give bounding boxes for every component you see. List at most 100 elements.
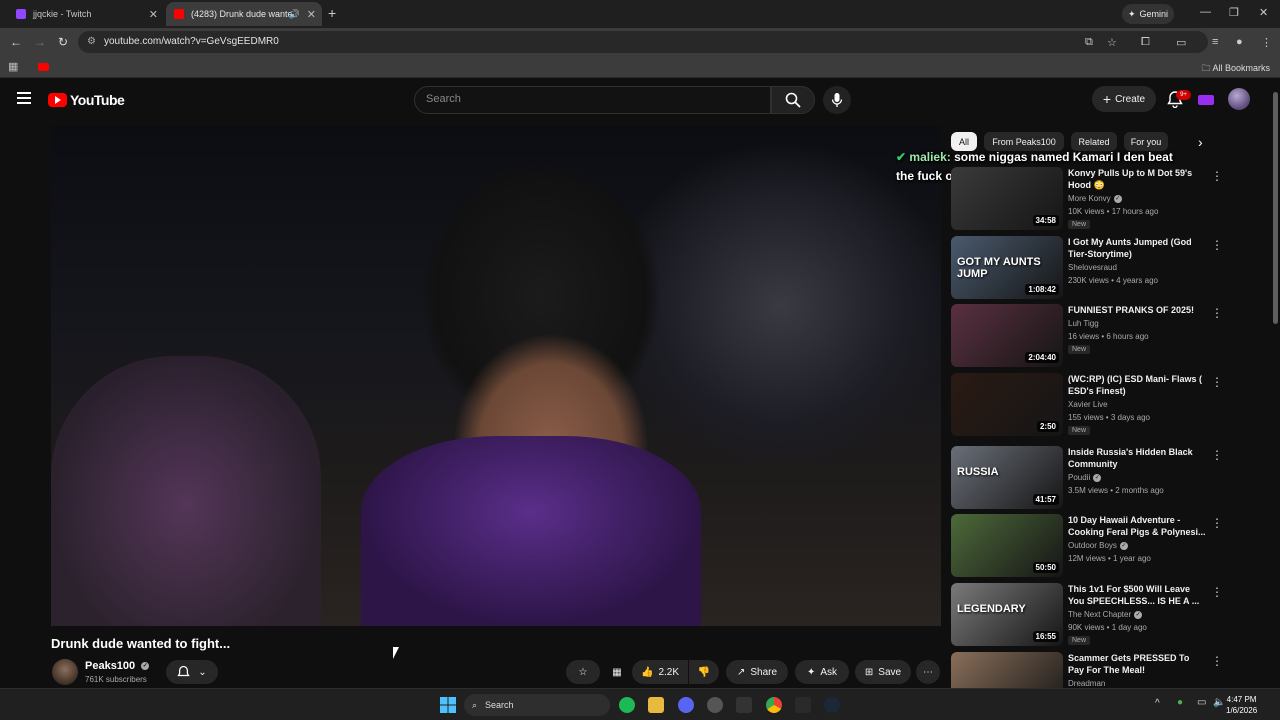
star-button[interactable]: ☆ (566, 660, 600, 684)
account-avatar[interactable] (1228, 88, 1250, 110)
back-icon[interactable]: ← (10, 35, 22, 49)
close-window-icon[interactable]: ✕ (1259, 6, 1268, 19)
extensions-icon[interactable]: ⧠ (1141, 36, 1150, 49)
microphone-tray-icon[interactable]: ● (1177, 697, 1183, 708)
video-title[interactable]: This 1v1 For $500 Will Leave You SPEECHL… (1068, 583, 1206, 607)
ask-button[interactable]: ✦ Ask (795, 660, 849, 684)
channel-name[interactable]: Peaks100 ✓ (85, 660, 150, 672)
app-icon-2[interactable] (795, 697, 811, 713)
video-thumbnail[interactable]: LEGENDARY 16:55 (951, 583, 1063, 646)
search-box[interactable] (414, 86, 771, 114)
save-button[interactable]: ⊞ Save (855, 660, 911, 684)
share-button[interactable]: ↗ Share (726, 660, 788, 684)
more-options-icon[interactable]: ⋮ (1211, 585, 1223, 599)
more-options-icon[interactable]: ⋮ (1211, 238, 1223, 252)
chrome-icon[interactable] (766, 697, 782, 713)
recommendation-item[interactable]: 2:04:40 FUNNIEST PRANKS OF 2025! Luh Tigg 1… (951, 304, 1251, 368)
media-controls-icon[interactable]: ≡ (1212, 36, 1218, 48)
discord-icon[interactable] (678, 697, 694, 713)
speaker-icon[interactable]: 🔊 (289, 9, 300, 20)
video-title[interactable]: (WC:RP) (IC) ESD Mani- Flaws ( ESD's Fin… (1068, 373, 1206, 397)
more-actions-button[interactable]: ⋯ (916, 660, 940, 684)
channel-name[interactable]: Shelovesraud (1068, 263, 1117, 272)
taskbar-search[interactable]: ⌕ Search (464, 694, 610, 716)
gemini-button[interactable]: ✦ Gemini (1122, 4, 1174, 24)
search-input[interactable] (426, 93, 756, 105)
more-options-icon[interactable]: ⋮ (1211, 516, 1223, 530)
recommendation-item[interactable]: 50:50 10 Day Hawaii Adventure - Cooking F… (951, 514, 1251, 578)
new-tab-icon[interactable]: + (328, 5, 336, 21)
video-thumbnail[interactable]: 2:04:40 (951, 304, 1063, 367)
chip-all[interactable]: All (951, 132, 977, 151)
youtube-bookmark-icon[interactable] (38, 63, 49, 71)
video-thumbnail[interactable]: RUSSIA 41:57 (951, 446, 1063, 509)
channel-name[interactable]: Outdoor Boys ✓ (1068, 541, 1128, 550)
video-title[interactable]: Konvy Pulls Up to M Dot 59's Hood 😳 (1068, 167, 1206, 191)
taskbar-clock[interactable]: 4:47 PM 1/6/2026 (1226, 694, 1257, 716)
chip-related[interactable]: Related (1071, 132, 1117, 151)
tray-chevron-icon[interactable]: ^ (1155, 698, 1160, 709)
recommendation-item[interactable]: 34:58 Konvy Pulls Up to M Dot 59's Hood 😳… (951, 167, 1251, 231)
restore-icon[interactable]: ❐ (1229, 6, 1239, 19)
video-title[interactable]: Inside Russia's Hidden Black Community (1068, 446, 1206, 470)
app-icon[interactable] (707, 697, 723, 713)
video-title[interactable]: 10 Day Hawaii Adventure - Cooking Feral … (1068, 514, 1206, 538)
windows-start-icon[interactable] (440, 697, 456, 713)
network-icon[interactable]: ▭ (1197, 697, 1206, 708)
side-panel-icon[interactable]: ▭ (1176, 36, 1186, 49)
profile-icon[interactable]: ● (1236, 36, 1243, 48)
search-button[interactable] (771, 86, 815, 114)
channel-name[interactable]: Dreadman (1068, 679, 1105, 688)
close-tab-icon[interactable]: ✕ (149, 8, 158, 21)
recommendation-item[interactable]: LEGENDARY 16:55 This 1v1 For $500 Will Lea… (951, 583, 1251, 647)
premium-icon[interactable] (1198, 95, 1214, 105)
video-player[interactable] (51, 126, 941, 626)
more-options-icon[interactable]: ⋮ (1211, 375, 1223, 389)
channel-name[interactable]: The Next Chapter ✓ (1068, 610, 1143, 619)
video-title[interactable]: Scammer Gets PRESSED To Pay For The Meal… (1068, 652, 1206, 676)
more-options-icon[interactable]: ⋮ (1211, 306, 1223, 320)
close-tab-icon[interactable]: ✕ (307, 8, 316, 21)
hamburger-menu-icon[interactable] (17, 92, 31, 104)
spotify-icon[interactable] (619, 697, 635, 713)
browser-tab-twitch[interactable]: jjqckie - Twitch ✕ (8, 2, 164, 26)
address-bar[interactable]: ⚙ youtube.com/watch?v=GeVsgEEDMR0 (78, 31, 1208, 53)
bookmark-star-icon[interactable]: ☆ (1107, 36, 1117, 49)
site-info-icon[interactable]: ⚙ (87, 36, 96, 47)
chip-from-channel[interactable]: From Peaks100 (984, 132, 1064, 151)
video-thumbnail[interactable]: GOT MY AUNTS JUMP 1:08:42 (951, 236, 1063, 299)
browser-menu-icon[interactable]: ⋮ (1261, 36, 1272, 49)
file-explorer-icon[interactable] (648, 697, 664, 713)
steam-icon[interactable] (824, 697, 840, 713)
chevron-right-icon[interactable]: › (1198, 134, 1203, 150)
volume-icon[interactable]: 🔈 (1213, 697, 1225, 708)
install-app-icon[interactable]: ⧉ (1085, 36, 1093, 49)
video-thumbnail[interactable]: 50:50 (951, 514, 1063, 577)
channel-name[interactable]: Poudii ✓ (1068, 473, 1102, 482)
more-options-icon[interactable]: ⋮ (1211, 448, 1223, 462)
video-thumbnail[interactable]: 2:50 (951, 373, 1063, 436)
voice-search-button[interactable] (823, 86, 851, 114)
like-button[interactable]: 👍 2.2K (632, 660, 688, 684)
reload-icon[interactable]: ↻ (58, 35, 68, 49)
chip-for-you[interactable]: For you (1124, 132, 1168, 151)
grid-button[interactable]: ▦ (604, 660, 630, 684)
youtube-logo[interactable]: YouTube (48, 92, 125, 108)
video-title[interactable]: I Got My Aunts Jumped (God Tier-Storytim… (1068, 236, 1206, 260)
video-thumbnail[interactable]: 34:58 (951, 167, 1063, 230)
channel-name[interactable]: Luh Tigg (1068, 319, 1099, 328)
recommendation-item[interactable]: 2:50 (WC:RP) (IC) ESD Mani- Flaws ( ESD's… (951, 373, 1251, 437)
more-options-icon[interactable]: ⋮ (1211, 169, 1223, 183)
minimize-icon[interactable]: — (1200, 6, 1211, 18)
apps-grid-icon[interactable]: ▦ (8, 60, 18, 73)
channel-avatar[interactable] (52, 659, 78, 685)
recommendation-item[interactable]: RUSSIA 41:57 Inside Russia's Hidden Black … (951, 446, 1251, 510)
dislike-button[interactable]: 👎 (689, 660, 719, 684)
channel-name[interactable]: More Konvy ✓ (1068, 194, 1122, 203)
browser-tab-youtube[interactable]: (4283) Drunk dude wanted 🔊 ✕ (166, 2, 322, 26)
all-bookmarks[interactable]: 🗀 All Bookmarks (1201, 61, 1270, 77)
scrollbar-thumb[interactable] (1273, 92, 1278, 324)
epic-games-icon[interactable] (736, 697, 752, 713)
create-button[interactable]: + Create (1092, 86, 1156, 112)
video-title[interactable]: FUNNIEST PRANKS OF 2025! (1068, 304, 1206, 316)
